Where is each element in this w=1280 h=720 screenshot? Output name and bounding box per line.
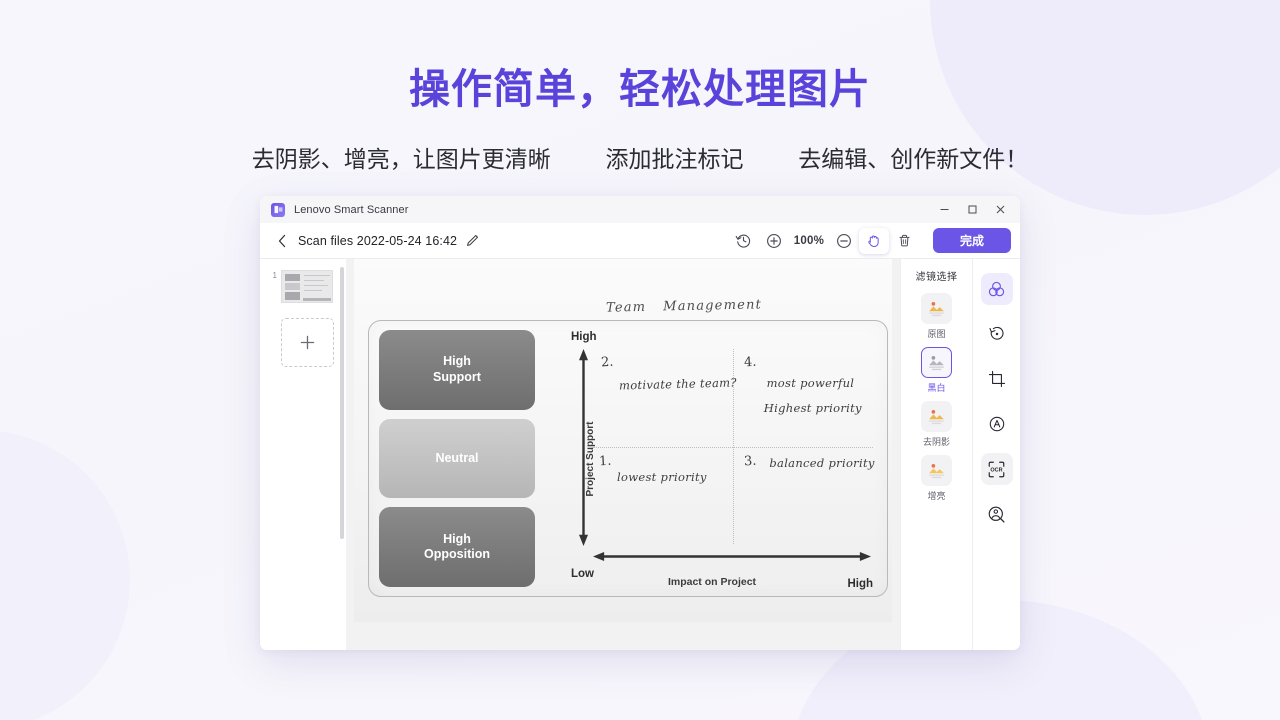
page-thumbnail-panel: 1 [260,259,346,650]
matrix-frame: High Support Neutral [368,320,888,597]
close-icon[interactable] [986,199,1014,221]
filter-option-label: 去阴影 [923,435,950,448]
ocr-icon[interactable]: OCR [981,453,1013,485]
filter-panel: 滤镜选择 原图 [900,259,972,650]
maximize-icon[interactable] [958,199,986,221]
window-controls [930,199,1014,221]
image-placeholder-icon [921,401,952,432]
thumbnail-scrollbar[interactable] [340,267,344,539]
filter-option-blackwhite[interactable]: 黑白 [921,347,952,394]
thumbnail-item[interactable]: 1 [260,267,346,303]
history-icon[interactable] [729,228,759,254]
quadrant-4-number: 4. [744,355,757,371]
filter-option-label: 增亮 [927,489,945,502]
quadrant-2-number: 2. [601,355,614,371]
crop-icon[interactable] [981,363,1013,395]
page-root: 操作简单，轻松处理图片 去阴影、增亮，让图片更清晰 添加批注标记 去编辑、创作新… [0,0,1280,720]
legend-card-high-support: High Support [379,330,535,410]
quadrant-1-text: lowest priority [617,470,707,484]
scan-canvas[interactable]: Team Management High Support [346,259,900,650]
matrix-plot-area: High Low Project Support Impact on Proje… [547,329,877,588]
thumbnail-preview [281,270,333,303]
image-placeholder-icon [921,347,952,378]
filter-option-label: 黑白 [927,381,945,394]
x-axis-arrow [593,549,871,560]
hand-tool-icon[interactable] [859,228,889,254]
legend-card-high-opposition: High Opposition [379,507,535,587]
back-chevron-icon[interactable] [274,230,291,252]
legend-card-line1: High [424,532,490,548]
editor-body: 1 [260,259,1020,650]
legend-card-line1: High [433,354,481,370]
done-button[interactable]: 完成 [933,228,1011,253]
trash-icon[interactable] [889,228,919,254]
x-axis-title: Impact on Project [668,576,756,588]
window-title-bar: Lenovo Smart Scanner [260,196,1020,223]
signature-icon[interactable] [981,498,1013,530]
document-title[interactable]: Scan files 2022-05-24 16:42 [298,234,457,248]
quadrant-4-text-1: most powerful [767,376,855,390]
matrix-diagram: TeamManagement High Support [368,312,888,597]
watermark-icon[interactable] [981,408,1013,440]
minimize-icon[interactable] [930,199,958,221]
x-axis-right-label: High [847,578,873,590]
zoom-in-icon[interactable] [759,228,789,254]
diagram-title-word-1: Team [606,300,647,316]
y-axis-top-label: High [571,331,597,343]
legend-card-neutral: Neutral [379,419,535,499]
thumbnail-page-number: 1 [268,270,277,303]
quadrant-2-text: motivate the team? [619,375,737,392]
add-page-button[interactable] [281,318,334,367]
app-window: Lenovo Smart Scanner Scan files 2022-05-… [260,196,1020,650]
y-axis-bottom-label: Low [571,568,594,580]
page-headline: 操作简单，轻松处理图片 [0,55,1280,115]
subheadline-part-2: 添加批注标记 [606,140,744,174]
filter-icon[interactable] [981,273,1013,305]
diagram-title-word-2: Management [663,297,762,314]
diagram-title: Team Management [606,297,762,315]
editor-toolbar: Scan files 2022-05-24 16:42 [260,223,1020,259]
filter-option-remove-shadow[interactable]: 去阴影 [921,401,952,448]
toolbar-actions: 100% [729,228,1011,254]
zoom-level: 100% [789,235,829,247]
quadrant-4-text-2: Highest priority [764,401,862,415]
subheadline-part-1: 去阴影、增亮，让图片更清晰 [252,140,551,174]
filter-panel-title: 滤镜选择 [916,268,958,283]
support-legend-cards: High Support Neutral [379,330,535,587]
rotate-icon[interactable] [981,318,1013,350]
quadrant-divider-horizontal [593,447,873,448]
quadrant-1-number: 1. [599,454,612,470]
quadrant-grid: 2. motivate the team? 4. most powerful H… [593,349,873,544]
legend-card-line2: Opposition [424,547,490,563]
filter-option-brighten[interactable]: 增亮 [921,455,952,502]
y-axis-arrow [578,349,589,546]
filter-option-label: 原图 [927,327,945,340]
page-subheadline: 去阴影、增亮，让图片更清晰 添加批注标记 去编辑、创作新文件！ [0,140,1280,174]
svg-text:OCR: OCR [990,467,1002,473]
quadrant-3-text: balanced priority [769,456,874,470]
app-title: Lenovo Smart Scanner [294,204,409,216]
tool-rail: OCR [972,259,1020,650]
filter-option-original[interactable]: 原图 [921,293,952,340]
pencil-icon[interactable] [465,233,480,248]
image-placeholder-icon [921,293,952,324]
app-logo-icon [271,203,285,217]
decorative-blob-bottom-left [0,430,130,720]
image-placeholder-icon [921,455,952,486]
quadrant-3-number: 3. [744,454,757,470]
zoom-out-icon[interactable] [829,228,859,254]
scanned-page: Team Management High Support [354,259,892,622]
subheadline-part-3: 去编辑、创作新文件！ [798,140,1028,174]
legend-card-line1: Neutral [435,451,478,467]
legend-card-line2: Support [433,370,481,386]
